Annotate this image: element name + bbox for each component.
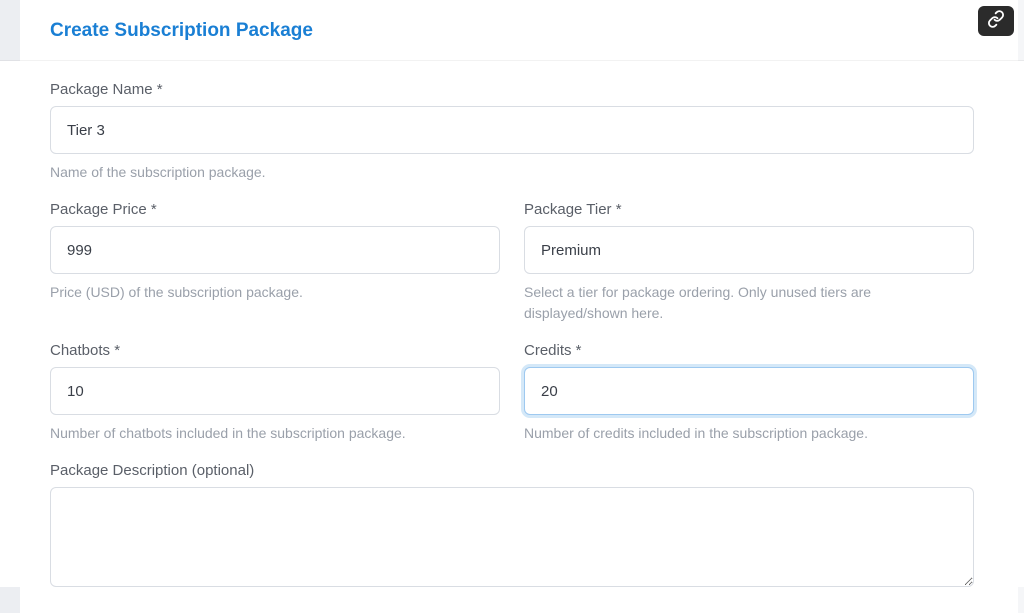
description-label: Package Description (optional)	[50, 462, 974, 479]
chatbots-input[interactable]	[50, 367, 500, 415]
package-name-label: Package Name *	[50, 81, 974, 98]
package-price-help: Price (USD) of the subscription package.	[50, 282, 500, 303]
description-textarea[interactable]	[50, 487, 974, 587]
package-name-input[interactable]	[50, 106, 974, 154]
package-tier-input[interactable]	[524, 226, 974, 274]
package-name-help: Name of the subscription package.	[50, 162, 974, 183]
package-price-input[interactable]	[50, 226, 500, 274]
package-price-label: Package Price *	[50, 201, 500, 218]
chatbots-help: Number of chatbots included in the subsc…	[50, 423, 500, 444]
credits-label: Credits *	[524, 342, 974, 359]
credits-input[interactable]	[524, 367, 974, 415]
package-tier-help: Select a tier for package ordering. Only…	[524, 282, 974, 324]
package-tier-label: Package Tier *	[524, 201, 974, 218]
subscription-form: Package Name * Name of the subscription …	[0, 61, 1024, 587]
credits-help: Number of credits included in the subscr…	[524, 423, 974, 444]
chatbots-label: Chatbots *	[50, 342, 500, 359]
page-title: Create Subscription Package	[0, 0, 1024, 61]
